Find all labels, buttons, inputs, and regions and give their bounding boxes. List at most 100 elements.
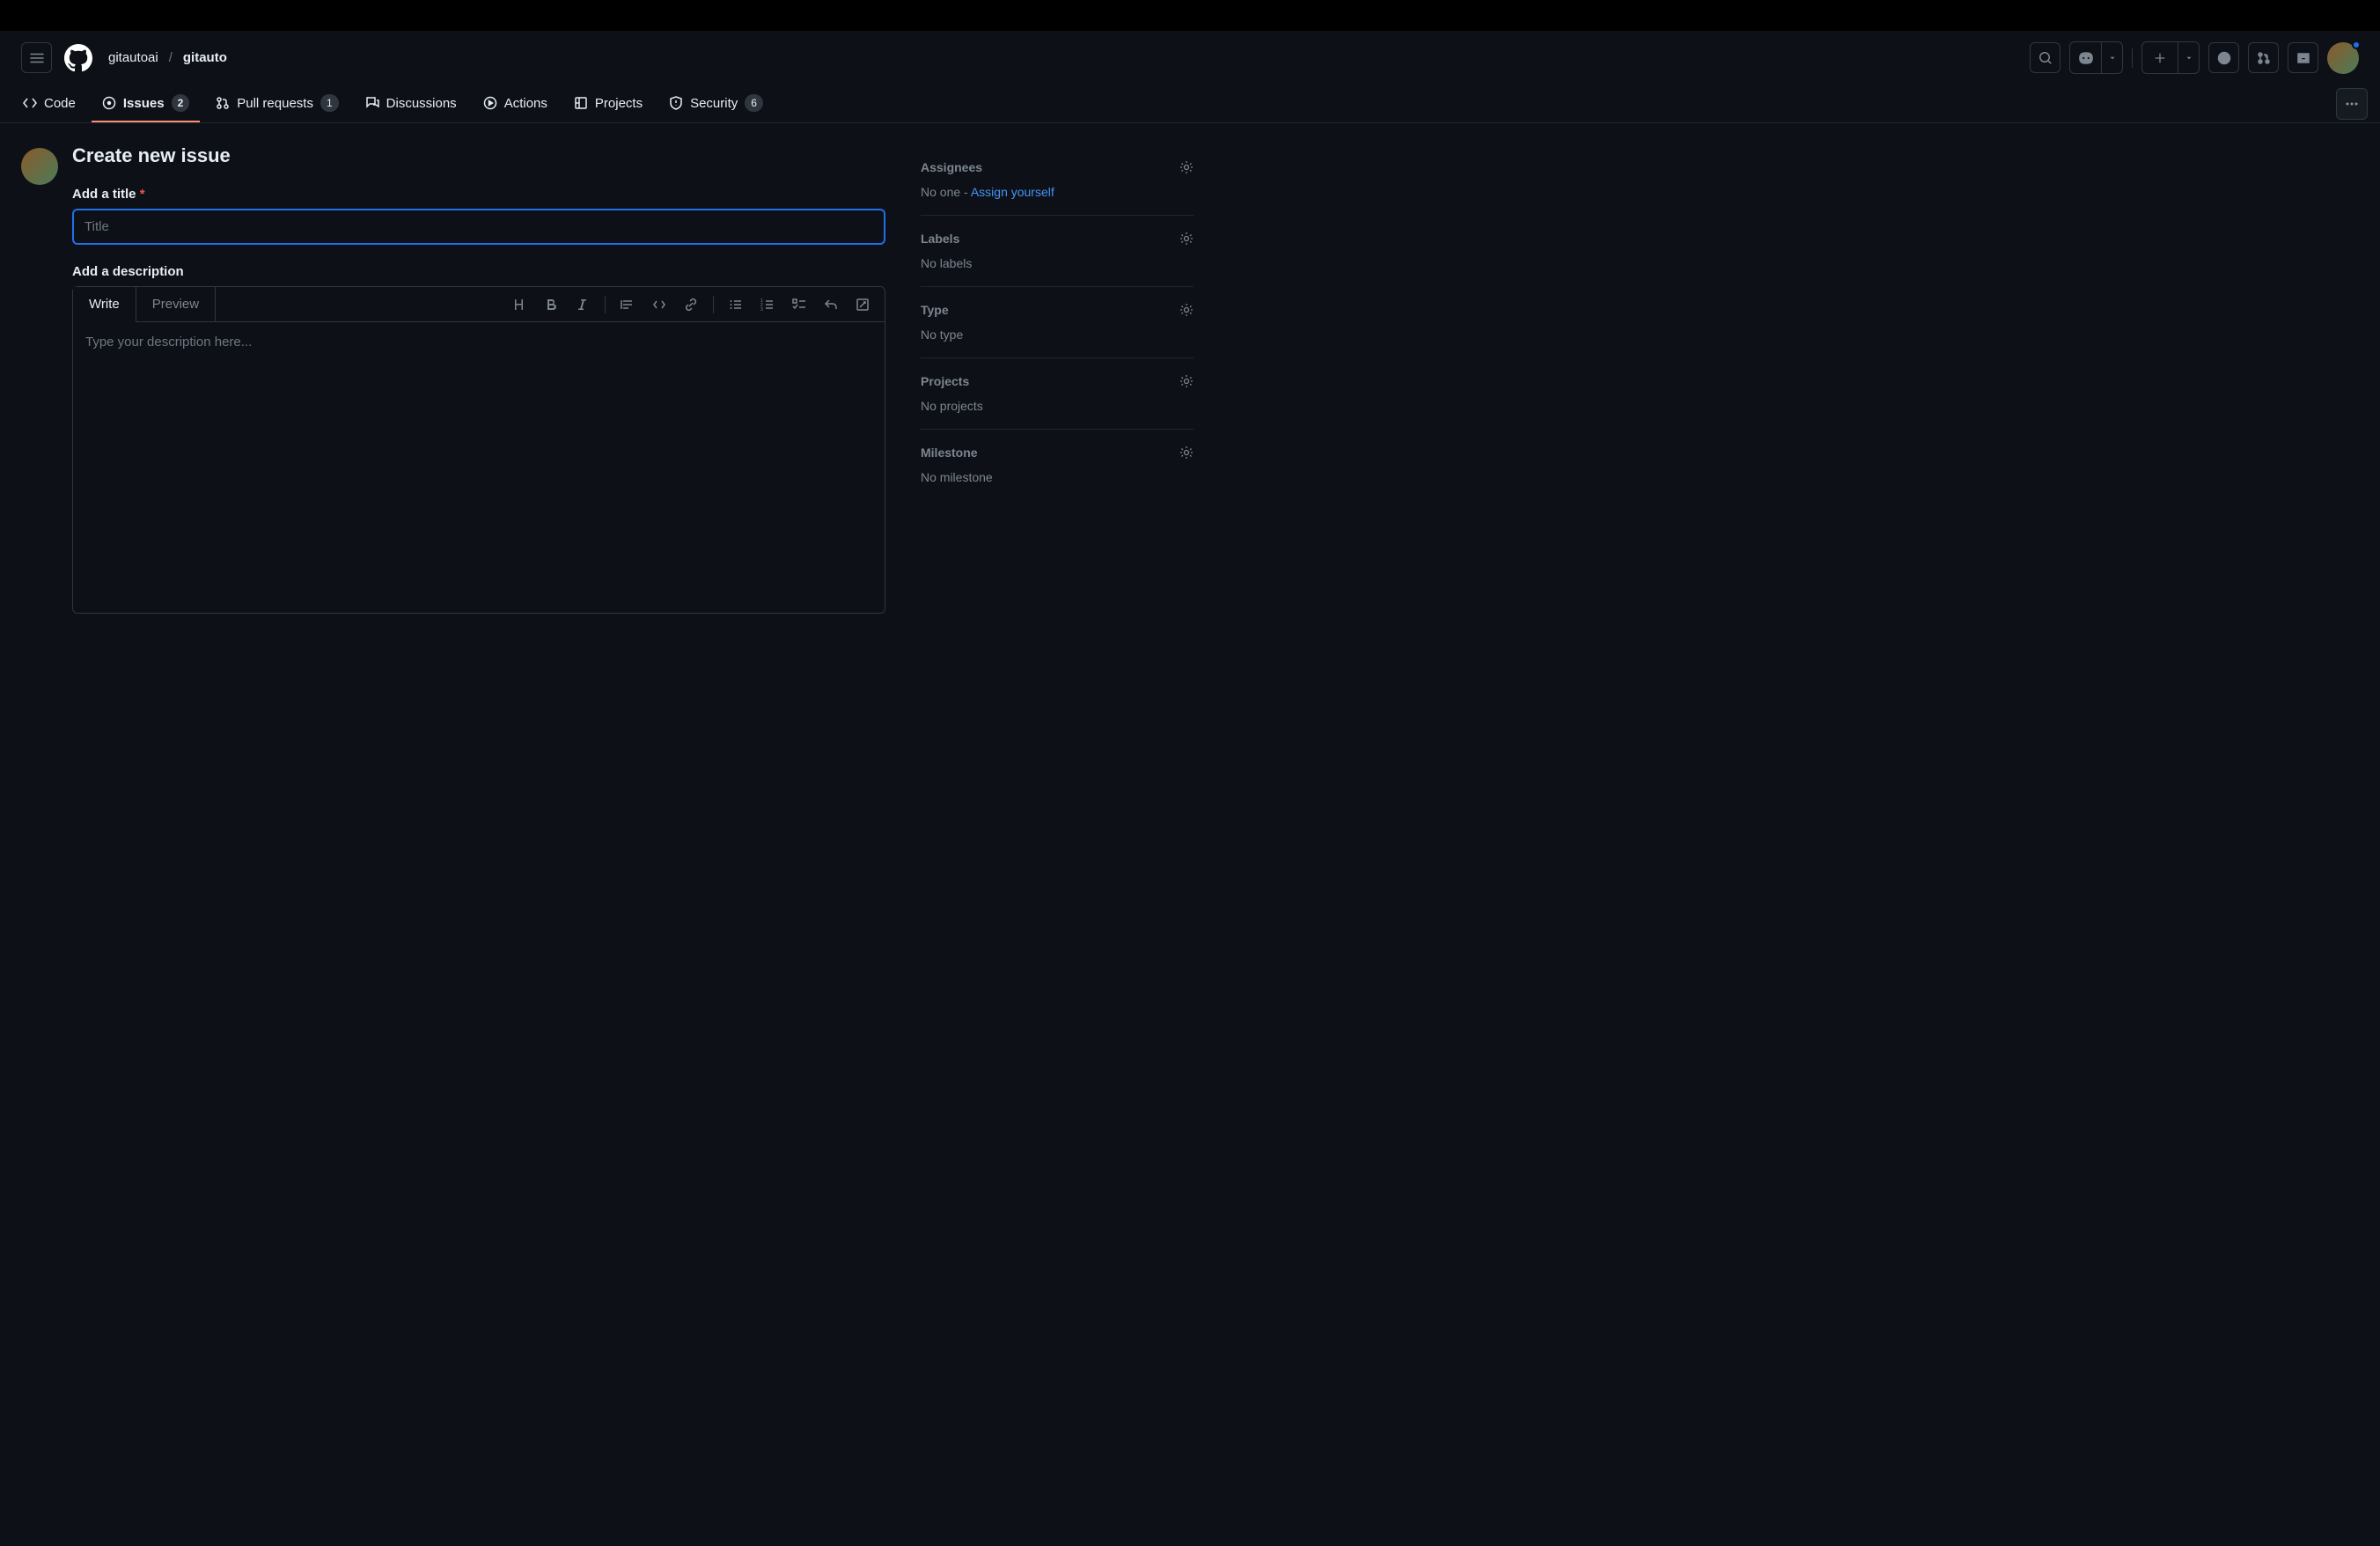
assign-yourself-link[interactable]: Assign yourself xyxy=(971,185,1054,199)
tab-label: Security xyxy=(690,96,738,111)
copilot-icon xyxy=(2078,50,2094,66)
tab-count: 2 xyxy=(172,94,190,112)
assignees-settings-button[interactable] xyxy=(1179,160,1194,174)
issue-dot-icon xyxy=(2217,51,2231,65)
type-settings-button[interactable] xyxy=(1179,303,1194,317)
gear-icon xyxy=(1179,445,1194,460)
github-logo-link[interactable] xyxy=(62,42,94,74)
list-ordered-icon: 123 xyxy=(760,298,775,312)
form-column: Create new issue Add a title * Add a des… xyxy=(21,144,885,614)
notification-dot-icon xyxy=(2352,40,2361,49)
tab-code[interactable]: Code xyxy=(12,87,86,121)
issues-shortcut-button[interactable] xyxy=(2208,42,2239,73)
code-icon xyxy=(23,96,37,110)
discussion-icon xyxy=(365,96,379,110)
breadcrumb-repo[interactable]: gitauto xyxy=(183,50,227,65)
tab-label: Pull requests xyxy=(237,96,313,111)
markdown-toolbar: 123 xyxy=(506,291,885,318)
gear-icon xyxy=(1179,374,1194,388)
heading-button[interactable] xyxy=(506,291,533,318)
reply-icon xyxy=(824,298,838,312)
fullscreen-icon xyxy=(856,298,870,312)
toolbar-separator xyxy=(713,296,714,313)
task-list-button[interactable] xyxy=(786,291,812,318)
tab-issues[interactable]: Issues 2 xyxy=(92,85,200,122)
fullscreen-button[interactable] xyxy=(849,291,876,318)
tab-security[interactable]: Security 6 xyxy=(658,85,774,122)
tab-actions[interactable]: Actions xyxy=(473,87,558,121)
user-avatar-button[interactable] xyxy=(2327,42,2359,74)
milestone-settings-button[interactable] xyxy=(1179,445,1194,460)
copilot-button[interactable] xyxy=(2070,42,2101,73)
tasklist-icon xyxy=(792,298,806,312)
type-section: Type No type xyxy=(921,287,1194,358)
tab-pull-requests[interactable]: Pull requests 1 xyxy=(205,85,349,122)
kebab-horizontal-icon xyxy=(2345,97,2359,111)
search-icon xyxy=(2038,51,2053,65)
page-title: Create new issue xyxy=(72,144,885,167)
unordered-list-button[interactable] xyxy=(723,291,749,318)
chevron-down-icon xyxy=(2185,54,2193,63)
link-button[interactable] xyxy=(678,291,704,318)
code-button[interactable] xyxy=(646,291,672,318)
write-tab[interactable]: Write xyxy=(73,287,136,322)
copilot-button-group xyxy=(2069,41,2123,74)
tab-projects[interactable]: Projects xyxy=(563,87,653,121)
milestone-title: Milestone xyxy=(921,445,978,460)
description-placeholder: Type your description here... xyxy=(85,335,872,350)
heading-icon xyxy=(512,298,526,312)
issue-icon xyxy=(102,96,116,110)
create-new-button[interactable] xyxy=(2142,42,2178,73)
breadcrumb-owner[interactable]: gitautoai xyxy=(108,50,158,65)
ordered-list-button[interactable]: 123 xyxy=(754,291,781,318)
search-button[interactable] xyxy=(2030,42,2060,73)
inbox-button[interactable] xyxy=(2288,42,2318,73)
mention-button[interactable] xyxy=(818,291,844,318)
quote-button[interactable] xyxy=(614,291,641,318)
title-input[interactable] xyxy=(72,209,885,245)
gear-icon xyxy=(1179,303,1194,317)
labels-section: Labels No labels xyxy=(921,216,1194,287)
type-title: Type xyxy=(921,303,949,317)
description-textarea[interactable]: Type your description here... xyxy=(73,322,885,613)
editor-tabs: Write Preview 123 xyxy=(73,287,885,322)
git-pull-request-icon xyxy=(216,96,230,110)
main-content: Create new issue Add a title * Add a des… xyxy=(0,123,1215,635)
toolbar-separator xyxy=(605,296,606,313)
bold-icon xyxy=(544,298,558,312)
tab-label: Issues xyxy=(123,96,165,111)
tabs-overflow-button[interactable] xyxy=(2336,88,2368,120)
tab-count: 6 xyxy=(745,94,763,112)
tab-label: Code xyxy=(44,96,76,111)
project-icon xyxy=(574,96,588,110)
tab-discussions[interactable]: Discussions xyxy=(355,87,467,121)
breadcrumb-separator: / xyxy=(169,50,173,65)
copilot-dropdown-button[interactable] xyxy=(2101,42,2122,73)
projects-title: Projects xyxy=(921,374,969,388)
chevron-down-icon xyxy=(2108,54,2117,63)
inbox-icon xyxy=(2296,51,2310,65)
italic-button[interactable] xyxy=(569,291,596,318)
labels-value: No labels xyxy=(921,256,1194,270)
breadcrumb: gitautoai / gitauto xyxy=(108,50,227,65)
labels-settings-button[interactable] xyxy=(1179,232,1194,246)
projects-settings-button[interactable] xyxy=(1179,374,1194,388)
code-icon xyxy=(652,298,666,312)
quote-icon xyxy=(621,298,635,312)
create-button-group xyxy=(2141,41,2200,74)
italic-icon xyxy=(576,298,590,312)
assignees-value: No one - Assign yourself xyxy=(921,185,1194,199)
bold-button[interactable] xyxy=(538,291,564,318)
required-indicator: * xyxy=(140,187,145,202)
assignees-title: Assignees xyxy=(921,160,982,174)
hamburger-menu-button[interactable] xyxy=(21,42,52,73)
pull-requests-shortcut-button[interactable] xyxy=(2248,42,2279,73)
plus-icon xyxy=(2154,52,2166,64)
browser-chrome-spacer xyxy=(0,0,2380,31)
tab-count: 1 xyxy=(320,94,339,112)
create-dropdown-button[interactable] xyxy=(2178,42,2199,73)
description-label: Add a description xyxy=(72,264,885,279)
preview-tab[interactable]: Preview xyxy=(136,287,216,321)
tab-label: Discussions xyxy=(386,96,457,111)
repo-tabs: Code Issues 2 Pull requests 1 Discussion… xyxy=(0,85,2380,123)
